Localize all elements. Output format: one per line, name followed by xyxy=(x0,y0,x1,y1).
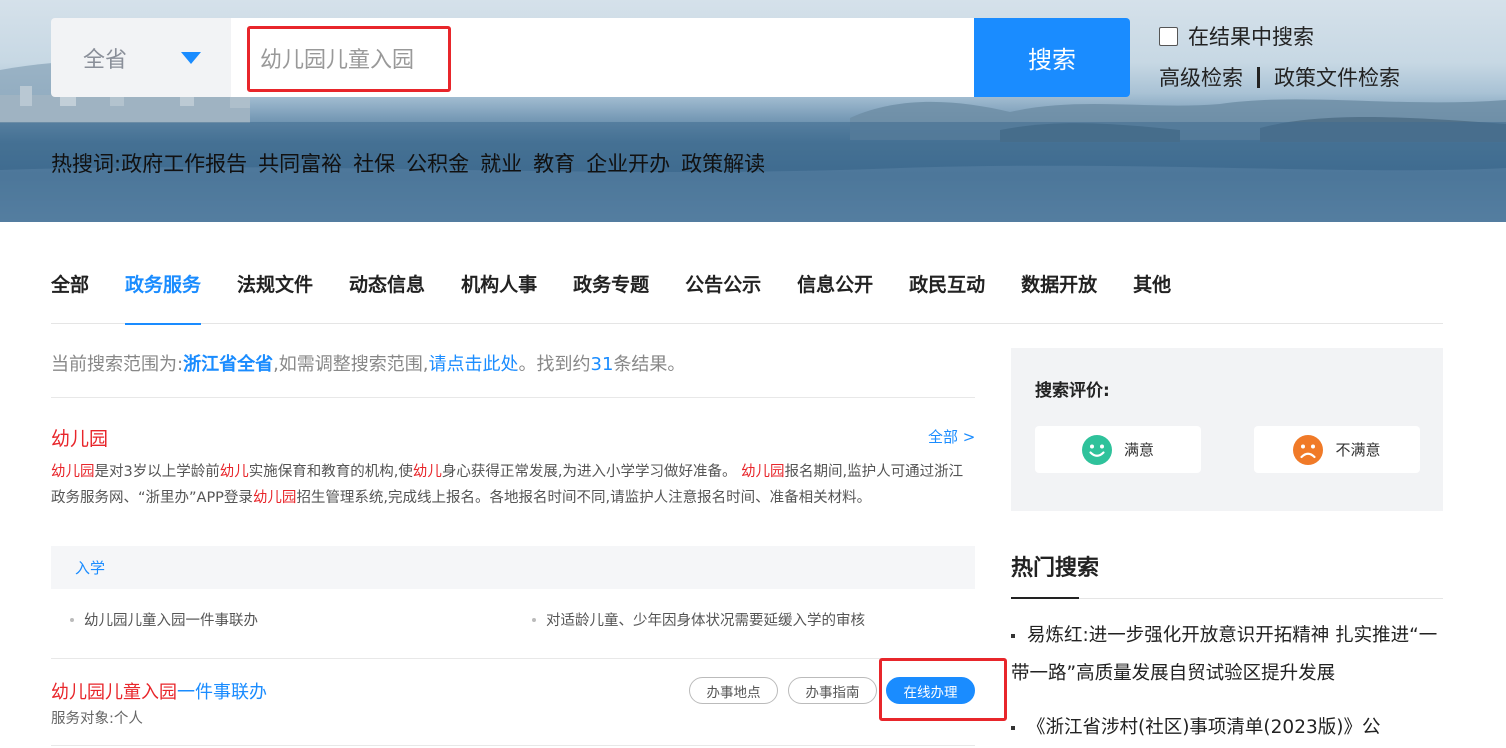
topic-card-title[interactable]: 幼儿园 xyxy=(51,424,108,451)
scope-middle: ,如需调整搜索范围, xyxy=(273,354,429,375)
bullet-icon xyxy=(70,617,74,622)
tab-personnel[interactable]: 机构人事 xyxy=(461,272,537,324)
keyword-highlight: 幼儿 xyxy=(219,464,249,480)
service-item-label: 对适龄儿童、少年因身体状况需要延缓入学的审核 xyxy=(546,613,865,629)
hot-search-item-label: 易炼红:进一步强化开放意识开拓精神 扎实推进“一带一路”高质量发展自贸试验区提升… xyxy=(1011,625,1438,684)
hot-word-link[interactable]: 政府工作报告 xyxy=(121,148,247,178)
description-text: 实施保育和教育的机构,使 xyxy=(248,464,413,480)
tab-disclosure[interactable]: 信息公开 xyxy=(797,272,873,324)
unsatisfied-button[interactable]: 不满意 xyxy=(1254,426,1420,473)
online-service-button[interactable]: 在线办理 xyxy=(886,677,975,704)
search-banner: 全省 搜索 在结果中搜索 高级检索 政策文件检索 热搜词: 政府工作报告 共同富… xyxy=(0,0,1506,222)
satisfied-label: 满意 xyxy=(1123,441,1154,459)
hot-search-title: 热门搜索 xyxy=(1011,556,1100,581)
region-select-value: 全省 xyxy=(83,47,128,73)
hot-words: 热搜词: 政府工作报告 共同富裕 社保 公积金 就业 教育 企业开办 政策解读 xyxy=(51,148,776,178)
hot-word-link[interactable]: 企业开办 xyxy=(586,148,670,178)
service-item-link[interactable]: 幼儿园儿童入园一件事联办 xyxy=(70,609,258,630)
tab-regulations[interactable]: 法规文件 xyxy=(237,272,313,324)
divider xyxy=(51,658,975,659)
result-title-link[interactable]: 幼儿园儿童入园一件事联办 xyxy=(51,678,267,704)
hot-search-item-label: 《浙江省涉村(社区)事项清单(2023版)》公 xyxy=(1027,717,1381,738)
checkbox[interactable] xyxy=(1159,26,1178,46)
view-all-link[interactable]: 全部 > xyxy=(928,426,975,447)
search-input[interactable] xyxy=(231,18,974,97)
result-title-text: 一件事联办 xyxy=(177,682,267,703)
search-scope-info: 当前搜索范围为:浙江省全省,如需调整搜索范围,请点击此处。找到约31条结果。 xyxy=(51,350,685,376)
keyword-highlight: 幼儿 xyxy=(412,464,442,480)
smiley-face-icon xyxy=(1081,434,1112,465)
category-tabs: 全部 政务服务 法规文件 动态信息 机构人事 政务专题 公告公示 信息公开 政民… xyxy=(51,272,1443,325)
service-item-label: 幼儿园儿童入园一件事联办 xyxy=(84,613,258,629)
tab-open-data[interactable]: 数据开放 xyxy=(1021,272,1097,324)
hot-word-link[interactable]: 共同富裕 xyxy=(258,148,342,178)
tab-government-services[interactable]: 政务服务 xyxy=(125,272,202,325)
advanced-search-link[interactable]: 高级检索 xyxy=(1159,62,1243,92)
hot-search-item[interactable]: 易炼红:进一步强化开放意识开拓精神 扎实推进“一带一路”高质量发展自贸试验区提升… xyxy=(1011,617,1451,693)
tab-other[interactable]: 其他 xyxy=(1133,272,1171,324)
sad-face-icon xyxy=(1293,434,1324,465)
tab-topics[interactable]: 政务专题 xyxy=(573,272,649,324)
hot-search-underline xyxy=(1011,597,1079,599)
search-in-results-label: 在结果中搜索 xyxy=(1188,25,1314,49)
tab-announcements[interactable]: 公告公示 xyxy=(685,272,761,324)
scope-prefix: 当前搜索范围为: xyxy=(51,354,184,375)
hot-word-link[interactable]: 就业 xyxy=(480,148,522,178)
keyword-highlight: 幼儿园 xyxy=(252,490,297,506)
tab-all[interactable]: 全部 xyxy=(51,272,89,324)
hot-word-link[interactable]: 公积金 xyxy=(406,148,469,178)
description-text: 招生管理系统,完成线上报名。各地报名时间不同,请监护人注意报名时间、准备相关材料… xyxy=(296,490,872,506)
divider xyxy=(1079,598,1443,599)
divider xyxy=(51,745,975,746)
result-count: 31 xyxy=(590,354,614,375)
search-field[interactable] xyxy=(231,18,974,97)
bullet-icon xyxy=(532,617,536,622)
scope-found-prefix: 。找到约 xyxy=(518,354,591,375)
description-text: 是对3岁以上学龄前 xyxy=(94,464,220,480)
policy-search-link[interactable]: 政策文件检索 xyxy=(1274,62,1400,92)
category-bar: 入学 xyxy=(51,546,975,589)
tab-interaction[interactable]: 政民互动 xyxy=(909,272,985,324)
evaluation-title: 搜索评价: xyxy=(1035,381,1110,401)
category-label[interactable]: 入学 xyxy=(75,557,105,578)
advanced-search-links: 高级检索 政策文件检索 xyxy=(1159,62,1400,92)
scope-found-suffix: 条结果。 xyxy=(613,354,686,375)
tab-news[interactable]: 动态信息 xyxy=(349,272,425,324)
service-target: 服务对象:个人 xyxy=(51,711,143,727)
bullet-icon xyxy=(1011,726,1015,730)
hot-word-link[interactable]: 教育 xyxy=(533,148,575,178)
hot-words-label: 热搜词: xyxy=(51,152,122,176)
bullet-icon xyxy=(1011,634,1015,638)
topic-card-description: 幼儿园是对3岁以上学龄前幼儿实施保育和教育的机构,使幼儿身心获得正常发展,为进入… xyxy=(51,459,975,511)
unsatisfied-label: 不满意 xyxy=(1335,441,1381,459)
service-guide-button[interactable]: 办事指南 xyxy=(788,677,877,704)
chevron-down-icon xyxy=(181,52,201,64)
divider xyxy=(51,397,975,398)
keyword-highlight: 幼儿园 xyxy=(741,464,785,480)
link-separator xyxy=(1257,66,1260,88)
region-select[interactable]: 全省 xyxy=(51,18,231,97)
hot-search-item[interactable]: 《浙江省涉村(社区)事项清单(2023版)》公 xyxy=(1011,709,1451,747)
scope-region: 浙江省全省 xyxy=(183,354,274,375)
keyword-highlight: 幼儿园 xyxy=(51,464,95,480)
service-location-button[interactable]: 办事地点 xyxy=(689,677,778,704)
keyword-highlight: 幼儿园儿童入园 xyxy=(51,682,177,703)
satisfied-button[interactable]: 满意 xyxy=(1035,426,1201,473)
search-in-results-toggle[interactable]: 在结果中搜索 xyxy=(1159,21,1314,51)
hot-word-link[interactable]: 社保 xyxy=(353,148,395,178)
service-item-link[interactable]: 对适龄儿童、少年因身体状况需要延缓入学的审核 xyxy=(532,609,865,630)
hot-word-link[interactable]: 政策解读 xyxy=(681,148,765,178)
search-evaluation-panel: 搜索评价: 满意 不满意 xyxy=(1011,348,1443,511)
description-text: 身心获得正常发展,为进入小学学习做好准备。 xyxy=(441,464,742,480)
change-scope-link[interactable]: 请点击此处 xyxy=(429,354,519,375)
search-button[interactable]: 搜索 xyxy=(974,18,1130,97)
